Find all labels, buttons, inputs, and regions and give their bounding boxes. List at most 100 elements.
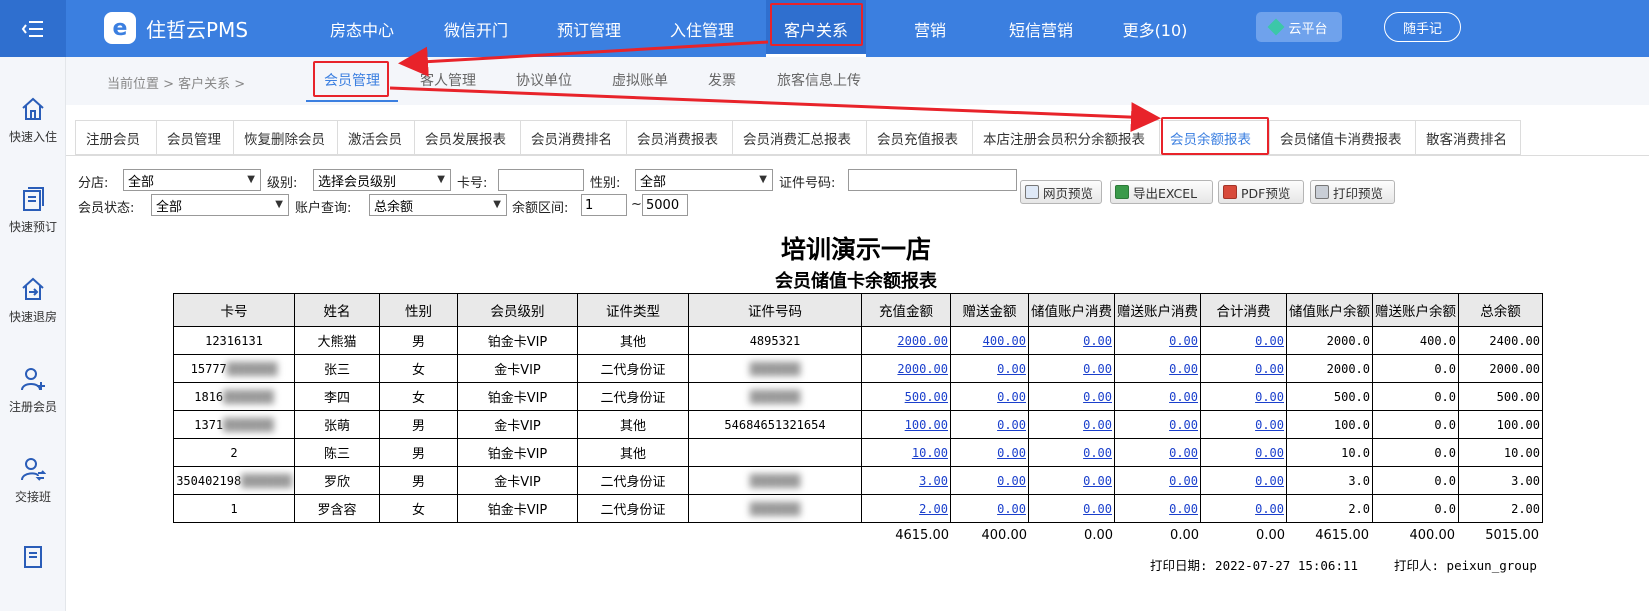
column-header[interactable]: 性别 — [379, 293, 458, 327]
table-row[interactable]: 2 陈三 男 铂金卡VIP 其他 10.00 0.00 0.00 0.00 0.00 10.0 0.0… — [173, 438, 1543, 467]
subtab-member-management[interactable]: 会员管理 — [324, 70, 380, 90]
amount-link[interactable]: 0.00 — [1169, 446, 1198, 460]
column-header[interactable]: 证件类型 — [577, 293, 689, 327]
subtab-traveler-upload[interactable]: 旅客信息上传 — [777, 70, 861, 90]
amount-link[interactable]: 0.00 — [997, 474, 1026, 488]
amount-link[interactable]: 0.00 — [1255, 390, 1284, 404]
tab-points-balance[interactable]: 本店注册会员积分余额报表 — [972, 120, 1159, 155]
column-header[interactable]: 总余额 — [1458, 293, 1543, 327]
amount-link[interactable]: 0.00 — [997, 502, 1026, 516]
column-header[interactable]: 会员级别 — [457, 293, 578, 327]
subtab-guest-management[interactable]: 客人管理 — [420, 70, 476, 90]
amount-link[interactable]: 0.00 — [1255, 502, 1284, 516]
amount-link[interactable]: 0.00 — [1255, 362, 1284, 376]
tab-member-growth[interactable]: 会员发展报表 — [414, 120, 520, 155]
table-row[interactable]: 350402198███████ 罗欣男金卡VIP 二代身份证 ███████ 3.00… — [173, 466, 1543, 495]
table-row[interactable]: 1816███████ 李四女铂金卡VIP 二代身份证 ███████ 500.00 0.… — [173, 382, 1543, 411]
cloud-platform-button[interactable]: 云平台 — [1256, 12, 1342, 42]
export-excel-button[interactable]: 导出EXCEL — [1110, 180, 1213, 204]
column-header[interactable]: 姓名 — [294, 293, 380, 327]
tab-member-balance[interactable]: 会员余额报表 — [1159, 120, 1269, 155]
amount-link[interactable]: 3.00 — [919, 474, 948, 488]
account-query-select[interactable]: 总余额 ▼ — [369, 194, 507, 216]
nav-reservation[interactable]: 预订管理 — [547, 0, 631, 57]
amount-link[interactable]: 0.00 — [1083, 446, 1112, 460]
branch-select[interactable]: 全部 ▼ — [123, 169, 261, 191]
tab-member-spend-summary[interactable]: 会员消费汇总报表 — [732, 120, 866, 155]
balance-max-input[interactable]: 5000 — [642, 194, 688, 216]
print-preview-button[interactable]: 打印预览 — [1310, 180, 1395, 204]
nav-customer-relations[interactable]: 客户关系 — [766, 0, 866, 57]
amount-link[interactable]: 0.00 — [997, 418, 1026, 432]
amount-link[interactable]: 0.00 — [1083, 362, 1112, 376]
nav-wechat-door[interactable]: 微信开门 — [434, 0, 518, 57]
table-row[interactable]: 12316131 大熊猫男铂金卡VIP 其他 4895321 2000.00 400.00… — [173, 326, 1543, 355]
sidebar-item-report[interactable] — [0, 530, 66, 590]
amount-link[interactable]: 0.00 — [1255, 334, 1284, 348]
web-preview-button[interactable]: 网页预览 — [1020, 180, 1102, 204]
tab-register-member[interactable]: 注册会员 — [75, 120, 156, 155]
tab-member-spend-report[interactable]: 会员消费报表 — [626, 120, 732, 155]
tab-member-spend-rank[interactable]: 会员消费排名 — [520, 120, 626, 155]
amount-link[interactable]: 0.00 — [1083, 418, 1112, 432]
nav-more[interactable]: 更多(10) — [1113, 0, 1197, 57]
amount-link[interactable]: 400.00 — [983, 334, 1026, 348]
table-row[interactable]: 15777███████ 张三女金卡VIP 二代身份证 ███████ 2000.00 0… — [173, 354, 1543, 383]
tab-activate-member[interactable]: 激活会员 — [337, 120, 414, 155]
amount-link[interactable]: 0.00 — [1255, 446, 1284, 460]
amount-link[interactable]: 0.00 — [1083, 334, 1112, 348]
amount-link[interactable]: 0.00 — [1083, 474, 1112, 488]
amount-link[interactable]: 2000.00 — [897, 334, 948, 348]
tab-member-management[interactable]: 会员管理 — [156, 120, 233, 155]
sidebar-item-shift-handover[interactable]: 交接班 — [0, 440, 66, 520]
amount-link[interactable]: 0.00 — [997, 446, 1026, 460]
card-input[interactable] — [498, 169, 584, 191]
amount-link[interactable]: 500.00 — [905, 390, 948, 404]
amount-link[interactable]: 0.00 — [1083, 390, 1112, 404]
amount-link[interactable]: 0.00 — [997, 362, 1026, 376]
sidebar-item-quick-checkin[interactable]: 快速入住 — [0, 80, 66, 160]
balance-min-input[interactable]: 1 — [581, 194, 627, 216]
amount-link[interactable]: 0.00 — [1083, 502, 1112, 516]
subtab-agreement-unit[interactable]: 协议单位 — [516, 70, 572, 90]
pdf-preview-button[interactable]: PDF预览 — [1218, 180, 1304, 204]
column-header[interactable]: 赠送账户消费 — [1114, 293, 1201, 327]
app-logo[interactable]: e 住哲云PMS — [104, 11, 248, 45]
gender-select[interactable]: 全部 ▼ — [635, 169, 773, 191]
nav-sms-marketing[interactable]: 短信营销 — [999, 0, 1083, 57]
amount-link[interactable]: 0.00 — [1255, 418, 1284, 432]
column-header[interactable]: 储值账户消费 — [1028, 293, 1115, 327]
column-header[interactable]: 卡号 — [173, 293, 295, 327]
tab-restore-deleted[interactable]: 恢复删除会员 — [233, 120, 337, 155]
menu-toggle-button[interactable] — [0, 0, 66, 57]
amount-link[interactable]: 2.00 — [919, 502, 948, 516]
amount-link[interactable]: 0.00 — [1169, 418, 1198, 432]
tab-stored-card-spend[interactable]: 会员储值卡消费报表 — [1269, 120, 1415, 155]
amount-link[interactable]: 10.00 — [912, 446, 948, 460]
amount-link[interactable]: 0.00 — [1169, 502, 1198, 516]
table-row[interactable]: 1371███████ 张萌 男 金卡VIP 其他 54684651321654 100.0… — [173, 410, 1543, 439]
amount-link[interactable]: 0.00 — [1169, 474, 1198, 488]
tab-member-recharge[interactable]: 会员充值报表 — [866, 120, 972, 155]
amount-link[interactable]: 100.00 — [905, 418, 948, 432]
amount-link[interactable]: 2000.00 — [897, 362, 948, 376]
amount-link[interactable]: 0.00 — [997, 390, 1026, 404]
nav-room-status[interactable]: 房态中心 — [320, 0, 404, 57]
amount-link[interactable]: 0.00 — [1255, 474, 1284, 488]
table-row[interactable]: 1 罗含容 女 铂金卡VIP 二代身份证 ███████ 2.00 0.00 0.00 0.00 0… — [173, 494, 1543, 523]
amount-link[interactable]: 0.00 — [1169, 334, 1198, 348]
amount-link[interactable]: 0.00 — [1169, 362, 1198, 376]
amount-link[interactable]: 0.00 — [1169, 390, 1198, 404]
column-header[interactable]: 赠送账户余额 — [1372, 293, 1459, 327]
id-number-input[interactable] — [848, 169, 1017, 191]
subtab-virtual-bill[interactable]: 虚拟账单 — [612, 70, 668, 90]
column-header[interactable]: 充值金额 — [861, 293, 951, 327]
tab-walkin-spend-rank[interactable]: 散客消费排名 — [1415, 120, 1521, 155]
level-select[interactable]: 选择会员级别 ▼ — [313, 169, 451, 191]
nav-marketing[interactable]: 营销 — [890, 0, 970, 57]
column-header[interactable]: 合计消费 — [1200, 293, 1287, 327]
memo-button[interactable]: 随手记 — [1384, 12, 1461, 42]
column-header[interactable]: 储值账户余额 — [1286, 293, 1373, 327]
column-header[interactable]: 证件号码 — [688, 293, 862, 327]
member-status-select[interactable]: 全部 ▼ — [151, 194, 289, 216]
